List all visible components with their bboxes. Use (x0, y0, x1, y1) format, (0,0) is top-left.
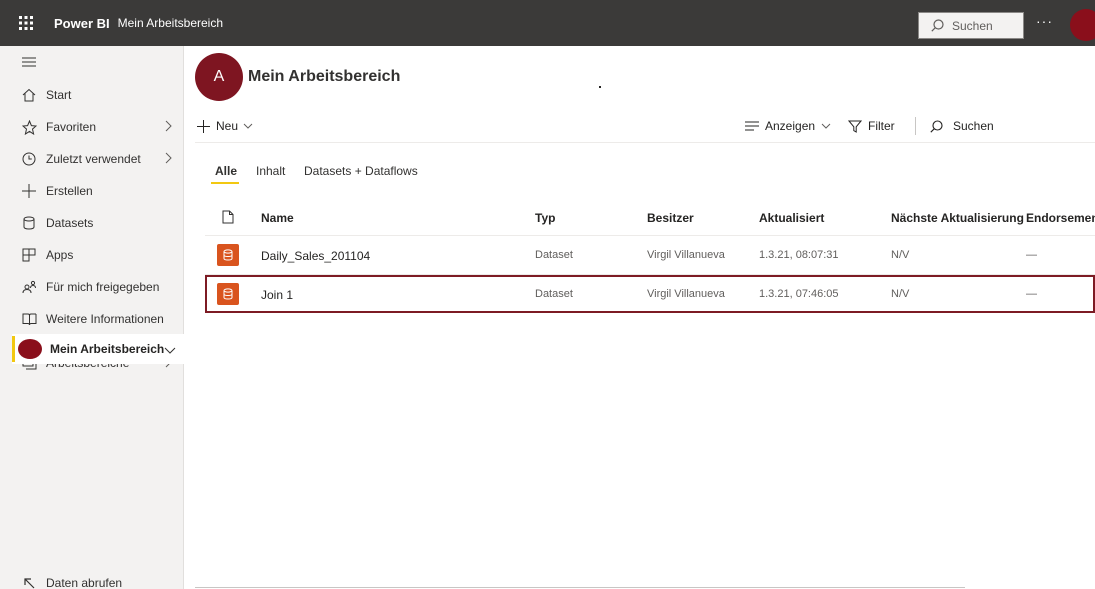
clock-icon (21, 151, 37, 167)
sidebar-item-label: Datasets (46, 216, 94, 230)
chevron-down-icon[interactable] (164, 343, 176, 357)
cell-next-refresh: N/V (891, 249, 910, 261)
view-button-label: Anzeigen (765, 119, 816, 133)
sidebar-item-label: Mein Arbeitsbereich (50, 342, 165, 356)
command-bar-divider (195, 142, 1095, 143)
chevron-down-icon (821, 123, 831, 129)
column-header-endorsement[interactable]: Endorsement (1026, 211, 1095, 225)
database-icon (21, 215, 37, 231)
filter-icon (848, 120, 862, 133)
chevron-right-icon[interactable] (164, 120, 172, 135)
sidebar-item-label: Daten abrufen (46, 576, 123, 589)
dataset-name-link[interactable]: Daily_Sales_201104 (261, 249, 370, 263)
column-header-type[interactable]: Typ (535, 211, 555, 225)
book-icon (21, 311, 37, 327)
table-row-selected[interactable]: Join 1 Dataset Virgil Villanueva 1.3.21,… (205, 275, 1095, 313)
tab-inhalt[interactable]: Inhalt (256, 164, 285, 178)
plus-icon (197, 119, 210, 133)
column-header-name[interactable]: Name (261, 211, 294, 225)
sidebar-item-label: Start (46, 88, 72, 102)
horizontal-scrollbar[interactable] (195, 587, 965, 588)
cell-endorsement: — (1026, 288, 1037, 300)
table-row[interactable]: Daily_Sales_201104 Dataset Virgil Villan… (205, 236, 1095, 274)
sidebar-item-label: Favoriten (46, 120, 97, 134)
sidebar-item-apps[interactable]: Apps (0, 240, 184, 270)
column-header-owner[interactable]: Besitzer (647, 211, 694, 225)
sidebar: Start Favoriten Zuletzt verwendet Erstel… (0, 46, 184, 589)
filter-button[interactable]: Filter (848, 114, 895, 138)
tab-alle[interactable]: Alle (215, 164, 237, 178)
tab-datasets-dataflows[interactable]: Datasets + Dataflows (304, 164, 418, 178)
sidebar-item-label: Weitere Informationen (46, 312, 164, 326)
user-avatar[interactable] (1070, 9, 1095, 41)
shared-icon (21, 279, 37, 295)
top-search-placeholder: Suchen (952, 18, 993, 33)
hamburger-menu-icon[interactable] (22, 56, 36, 70)
command-divider (915, 117, 916, 135)
new-button-label: Neu (216, 119, 239, 133)
search-icon (931, 19, 944, 32)
workspace-avatar: A (195, 53, 243, 101)
top-search-box[interactable]: Suchen (918, 12, 1024, 39)
sidebar-item-label: Für mich freigegeben (46, 280, 160, 294)
sidebar-item-mein-arbeitsbereich[interactable]: Mein Arbeitsbereich (12, 334, 184, 364)
page-title: Mein Arbeitsbereich (248, 68, 401, 85)
more-options-icon[interactable]: ··· (1036, 13, 1053, 29)
file-type-icon[interactable] (222, 210, 234, 227)
dataset-icon (217, 244, 239, 266)
plus-icon (21, 183, 37, 199)
cell-next-refresh: N/V (891, 288, 910, 300)
sidebar-item-fuer-mich-freigegeben[interactable]: Für mich freigegeben (0, 272, 184, 302)
home-icon (21, 87, 37, 103)
sidebar-item-favoriten[interactable]: Favoriten (0, 112, 184, 142)
filter-button-label: Filter (868, 119, 895, 133)
cell-type: Dataset (535, 288, 573, 300)
dataset-icon (217, 283, 239, 305)
chevron-right-icon[interactable] (164, 152, 172, 167)
cell-endorsement: — (1026, 249, 1037, 261)
cell-type: Dataset (535, 249, 573, 261)
column-header-next-refresh[interactable]: Nächste Aktualisierung (891, 211, 1024, 225)
column-header-updated[interactable]: Aktualisiert (759, 211, 824, 225)
active-indicator (12, 336, 15, 362)
app-launcher-icon[interactable] (12, 9, 40, 37)
list-search-button[interactable]: Suchen (930, 114, 994, 138)
stray-dot (599, 86, 601, 88)
breadcrumb[interactable]: Mein Arbeitsbereich (118, 16, 223, 30)
new-button[interactable]: Neu (197, 114, 259, 138)
sidebar-item-daten-abrufen[interactable]: Daten abrufen (0, 568, 184, 589)
star-icon (21, 119, 37, 135)
sidebar-item-label: Erstellen (46, 184, 93, 198)
view-button[interactable]: Anzeigen (745, 114, 837, 138)
cell-owner: Virgil Villanueva (647, 288, 725, 300)
app-name[interactable]: Power BI (54, 16, 110, 31)
sidebar-item-weitere-informationen[interactable]: Weitere Informationen (0, 304, 184, 334)
sidebar-item-start[interactable]: Start (0, 80, 184, 110)
view-lines-icon (745, 121, 759, 131)
search-icon (930, 119, 943, 133)
sidebar-item-erstellen[interactable]: Erstellen (0, 176, 184, 206)
workspace-avatar-small (18, 339, 42, 359)
cell-owner: Virgil Villanueva (647, 249, 725, 261)
sidebar-item-label: Apps (46, 248, 74, 262)
sidebar-item-datasets[interactable]: Datasets (0, 208, 184, 238)
cell-updated: 1.3.21, 08:07:31 (759, 249, 839, 261)
chevron-down-icon (243, 123, 253, 129)
sidebar-item-zuletzt-verwendet[interactable]: Zuletzt verwendet (0, 144, 184, 174)
sidebar-item-label: Zuletzt verwendet (46, 152, 141, 166)
list-search-label: Suchen (953, 119, 994, 133)
dataset-name-link[interactable]: Join 1 (261, 288, 293, 302)
active-tab-indicator (211, 182, 239, 184)
cell-updated: 1.3.21, 07:46:05 (759, 288, 839, 300)
arrow-up-left-icon (21, 575, 37, 589)
apps-icon (21, 247, 37, 263)
